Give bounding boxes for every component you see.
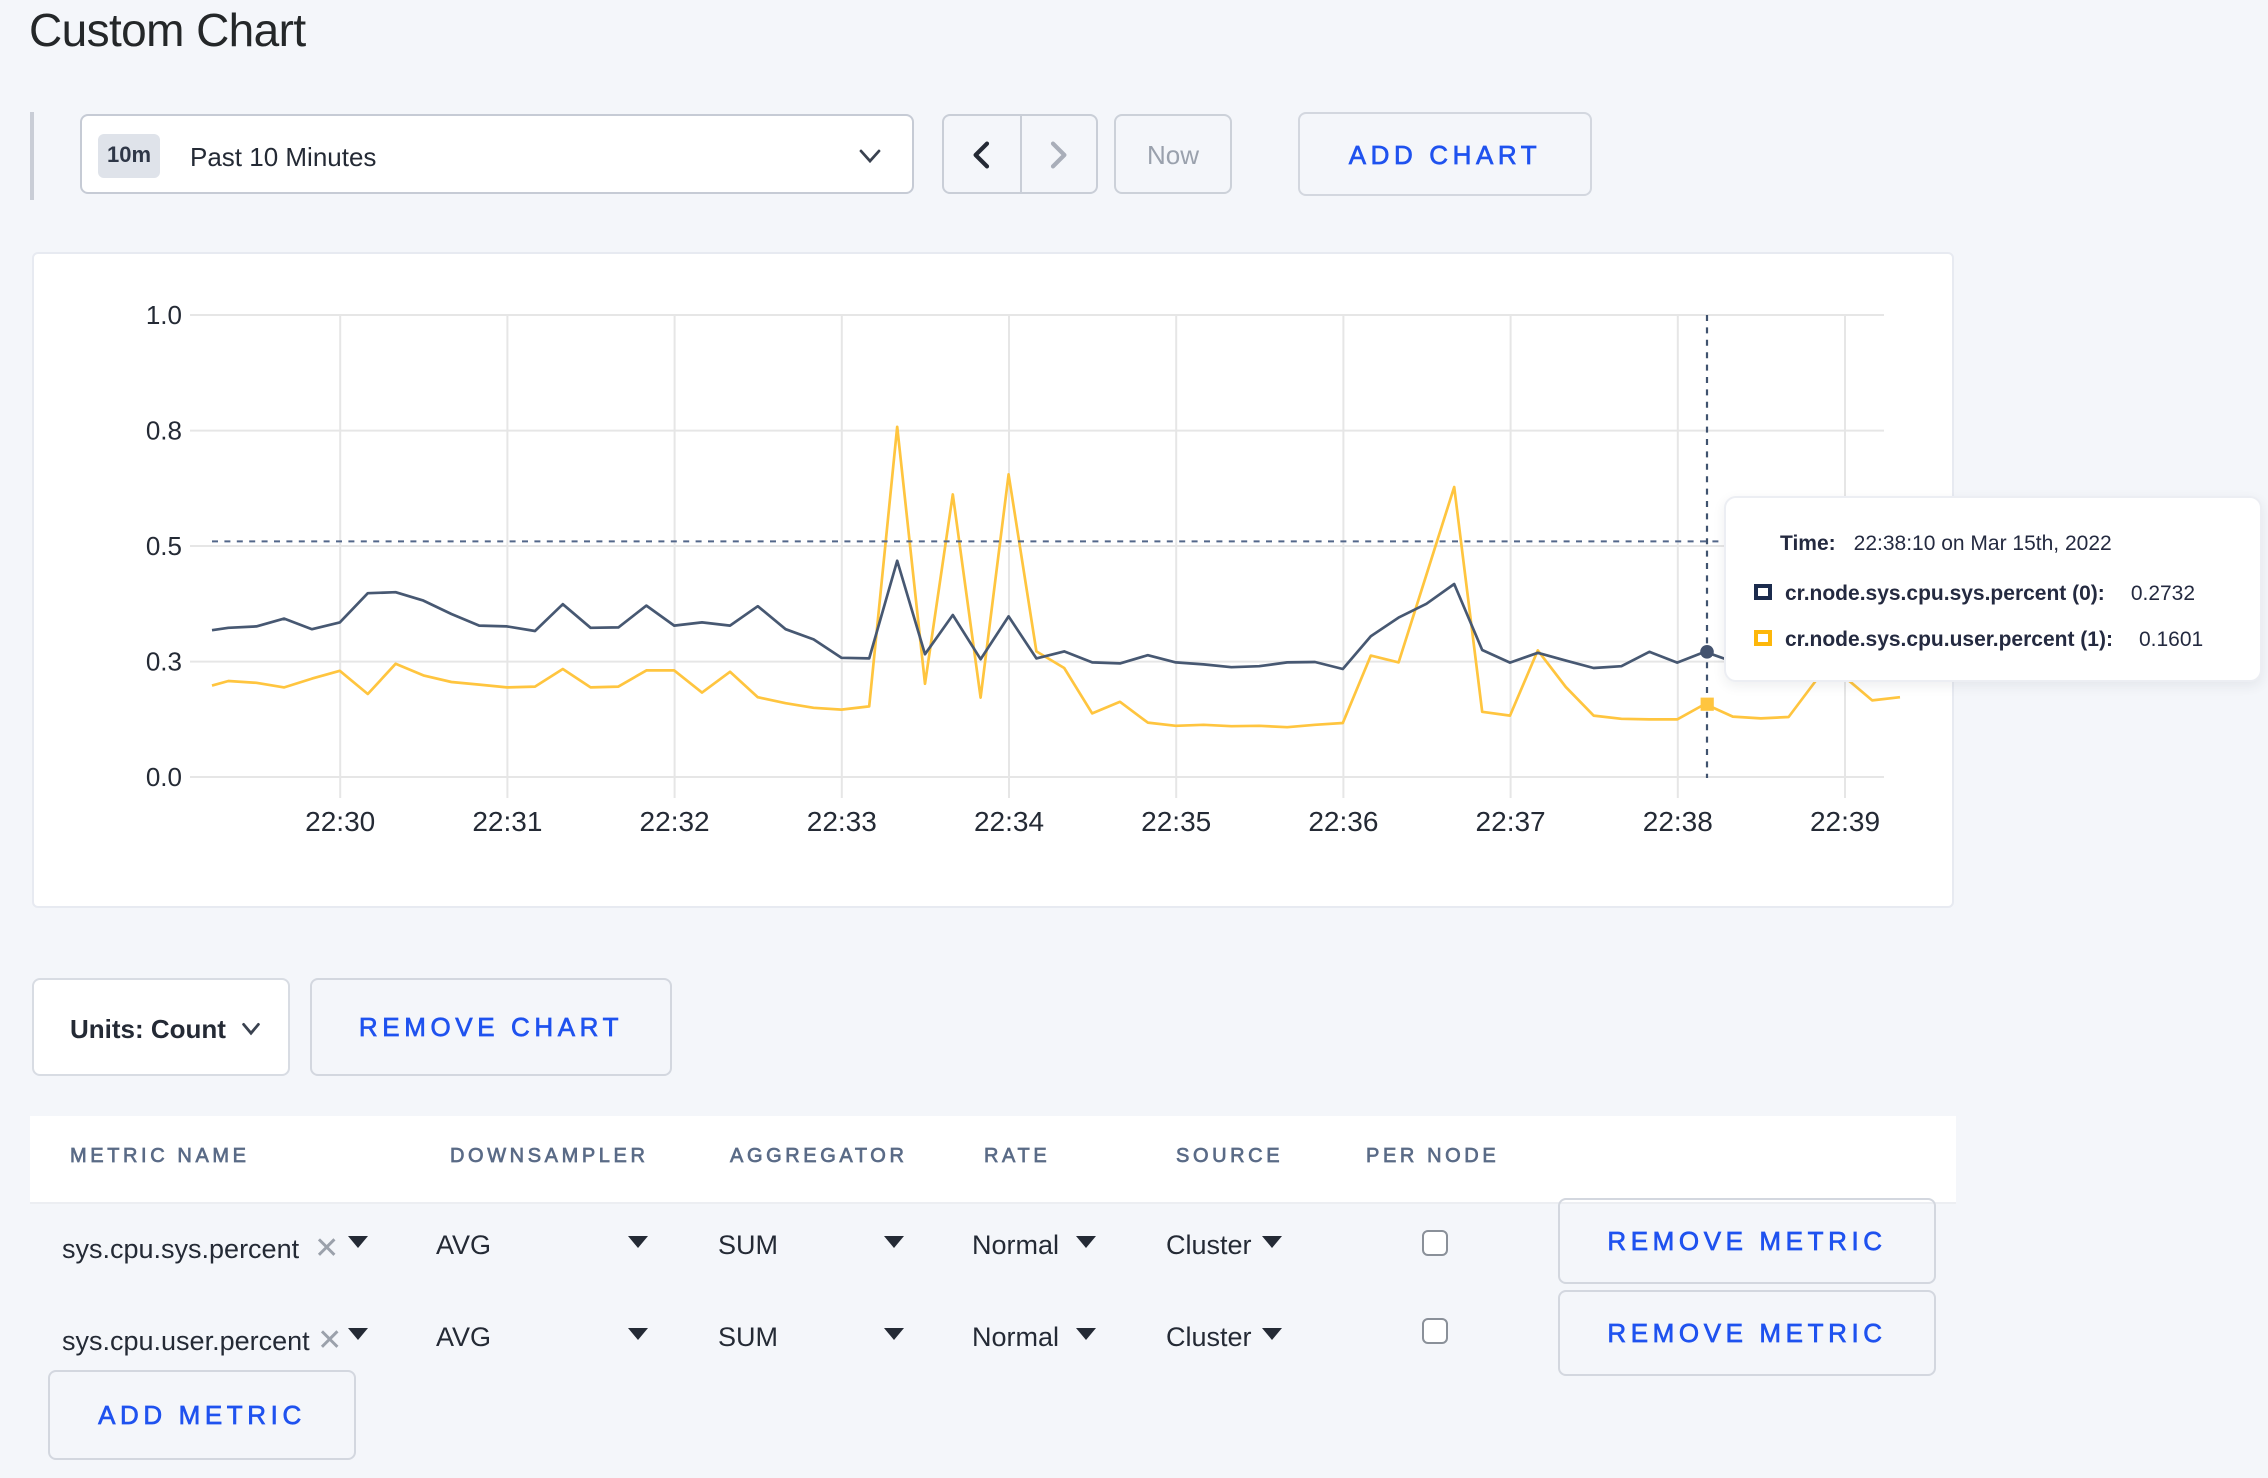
svg-text:22:36: 22:36 [1308,806,1378,837]
svg-text:22:35: 22:35 [1141,806,1211,837]
svg-text:22:34: 22:34 [974,806,1044,837]
svg-text:22:39: 22:39 [1810,806,1880,837]
svg-text:0.8: 0.8 [146,416,182,446]
svg-text:1.0: 1.0 [146,300,182,330]
svg-text:22:32: 22:32 [640,806,710,837]
svg-text:22:31: 22:31 [472,806,542,837]
svg-text:22:30: 22:30 [305,806,375,837]
svg-text:22:33: 22:33 [807,806,877,837]
svg-text:0.5: 0.5 [146,531,182,561]
svg-text:0.3: 0.3 [146,647,182,677]
svg-text:0.0: 0.0 [146,762,182,792]
svg-text:22:37: 22:37 [1476,806,1546,837]
svg-text:22:38: 22:38 [1643,806,1713,837]
